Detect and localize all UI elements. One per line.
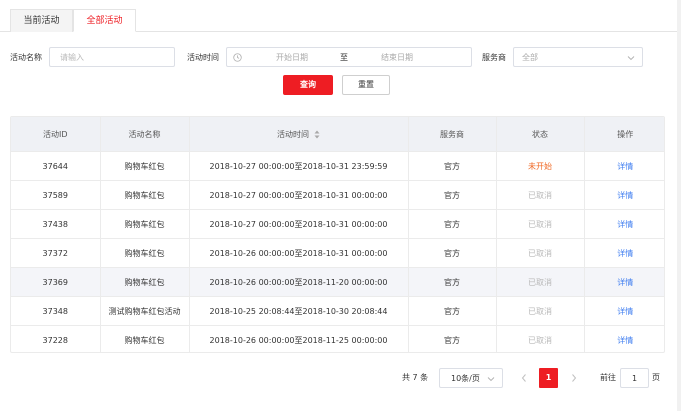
goto-label: 前往 <box>600 373 616 382</box>
cell-provider: 官方 <box>408 325 497 352</box>
cell-name: 购物车红包 <box>100 209 190 239</box>
cell-name: 购物车红包 <box>100 151 190 181</box>
provider-label: 服务商 <box>482 53 506 62</box>
column-header-id: 活动ID <box>11 117 101 152</box>
provider-select-value: 全部 <box>522 53 538 62</box>
cell-time: 2018-10-26 00:00:00至2018-10-31 00:00:00 <box>189 238 409 268</box>
chevron-down-icon <box>487 377 495 382</box>
table-row: 37369 购物车红包 2018-10-26 00:00:00至2018-11-… <box>11 267 664 297</box>
date-range-picker[interactable]: 开始日期 至 结束日期 <box>226 47 472 67</box>
cell-provider: 官方 <box>408 296 497 326</box>
cell-time: 2018-10-26 00:00:00至2018-11-25 00:00:00 <box>189 325 409 352</box>
table-row: 37589 购物车红包 2018-10-27 00:00:00至2018-10-… <box>11 180 664 210</box>
chevron-down-icon <box>627 56 635 61</box>
cell-status: 已取消 <box>496 238 585 268</box>
table-row: 37348 测试购物车红包活动 2018-10-25 20:08:44至2018… <box>11 296 664 326</box>
cell-provider: 官方 <box>408 180 497 210</box>
details-link[interactable]: 详情 <box>617 162 633 171</box>
cell-time: 2018-10-27 00:00:00至2018-10-31 00:00:00 <box>189 209 409 239</box>
chevron-left-icon[interactable] <box>519 372 529 384</box>
cell-status: 已取消 <box>496 325 585 352</box>
cell-name: 购物车红包 <box>100 267 190 297</box>
activity-time-label: 活动时间 <box>187 53 219 62</box>
details-link[interactable]: 详情 <box>617 220 633 229</box>
cell-id: 37348 <box>11 296 101 326</box>
cell-status: 已取消 <box>496 267 585 297</box>
cell-action: 详情 <box>584 238 664 268</box>
details-link[interactable]: 详情 <box>617 249 633 258</box>
cell-provider: 官方 <box>408 238 497 268</box>
table-row: 37644 购物车红包 2018-10-27 00:00:00至2018-10-… <box>11 151 664 181</box>
cell-time: 2018-10-25 20:08:44至2018-10-30 20:08:44 <box>189 296 409 326</box>
table-row: 37438 购物车红包 2018-10-27 00:00:00至2018-10-… <box>11 209 664 239</box>
pagination-total: 共 7 条 <box>402 373 429 382</box>
goto-page-field[interactable] <box>620 368 649 388</box>
column-header-action: 操作 <box>584 117 664 152</box>
cell-action: 详情 <box>584 267 664 297</box>
chevron-right-icon[interactable] <box>569 372 579 384</box>
cell-action: 详情 <box>584 326 664 353</box>
cell-provider: 官方 <box>408 267 497 297</box>
scrollbar-track[interactable] <box>677 0 681 411</box>
table-row: 37372 购物车红包 2018-10-26 00:00:00至2018-10-… <box>11 238 664 268</box>
cell-action: 详情 <box>584 180 664 210</box>
cell-provider: 官方 <box>408 209 497 239</box>
cell-id: 37438 <box>11 209 101 239</box>
provider-select[interactable]: 全部 <box>513 47 643 67</box>
column-header-status: 状态 <box>496 117 585 152</box>
column-header-name: 活动名称 <box>100 117 190 152</box>
page-number-current[interactable]: 1 <box>539 368 558 388</box>
cell-id: 37589 <box>11 180 101 210</box>
cell-id: 37369 <box>11 267 101 297</box>
cell-status: 已取消 <box>496 209 585 239</box>
cell-action: 详情 <box>584 209 664 239</box>
activity-name-input[interactable] <box>50 48 174 66</box>
page-suffix: 页 <box>652 373 660 382</box>
tab-all-activities[interactable]: 全部活动 <box>73 9 136 32</box>
column-header-provider: 服务商 <box>408 117 497 152</box>
activity-name-field[interactable] <box>49 47 175 67</box>
cell-action: 详情 <box>584 296 664 326</box>
table-row: 37228 购物车红包 2018-10-26 00:00:00至2018-11-… <box>11 325 664 353</box>
table-header-row: 活动ID 活动名称 活动时间 服务商 状态 操作 <box>11 117 664 152</box>
activities-table: 活动ID 活动名称 活动时间 服务商 状态 操作 37644 购物车红包 201… <box>10 116 665 353</box>
column-header-time-label: 活动时间 <box>277 129 309 139</box>
cell-status: 已取消 <box>496 296 585 326</box>
clock-icon <box>233 53 242 62</box>
cell-time: 2018-10-27 00:00:00至2018-10-31 00:00:00 <box>189 180 409 210</box>
cell-status: 已取消 <box>496 180 585 210</box>
goto-page-input[interactable] <box>621 369 648 387</box>
sort-icon[interactable] <box>314 130 320 139</box>
cell-time: 2018-10-27 00:00:00至2018-10-31 23:59:59 <box>189 151 409 181</box>
cell-status: 未开始 <box>496 151 585 181</box>
cell-name: 测试购物车红包活动 <box>100 296 190 326</box>
end-date-input[interactable]: 结束日期 <box>367 52 427 64</box>
details-link[interactable]: 详情 <box>617 307 633 316</box>
cell-time: 2018-10-26 00:00:00至2018-11-20 00:00:00 <box>189 267 409 297</box>
page-size-value: 10条/页 <box>451 374 480 383</box>
date-range-separator: 至 <box>340 53 348 62</box>
page-size-select[interactable]: 10条/页 <box>439 368 503 388</box>
activity-name-label: 活动名称 <box>10 53 42 62</box>
cell-name: 购物车红包 <box>100 238 190 268</box>
search-button[interactable]: 查询 <box>283 75 333 95</box>
start-date-input[interactable]: 开始日期 <box>262 52 322 64</box>
cell-id: 37372 <box>11 238 101 268</box>
cell-name: 购物车红包 <box>100 180 190 210</box>
cell-action: 详情 <box>584 151 664 181</box>
tab-current-activities[interactable]: 当前活动 <box>10 9 73 32</box>
column-header-time[interactable]: 活动时间 <box>189 117 409 152</box>
reset-button[interactable]: 重置 <box>342 75 390 95</box>
details-link[interactable]: 详情 <box>617 191 633 200</box>
cell-id: 37228 <box>11 325 101 352</box>
details-link[interactable]: 详情 <box>617 336 633 345</box>
cell-id: 37644 <box>11 151 101 181</box>
cell-provider: 官方 <box>408 151 497 181</box>
cell-name: 购物车红包 <box>100 325 190 352</box>
details-link[interactable]: 详情 <box>617 278 633 287</box>
